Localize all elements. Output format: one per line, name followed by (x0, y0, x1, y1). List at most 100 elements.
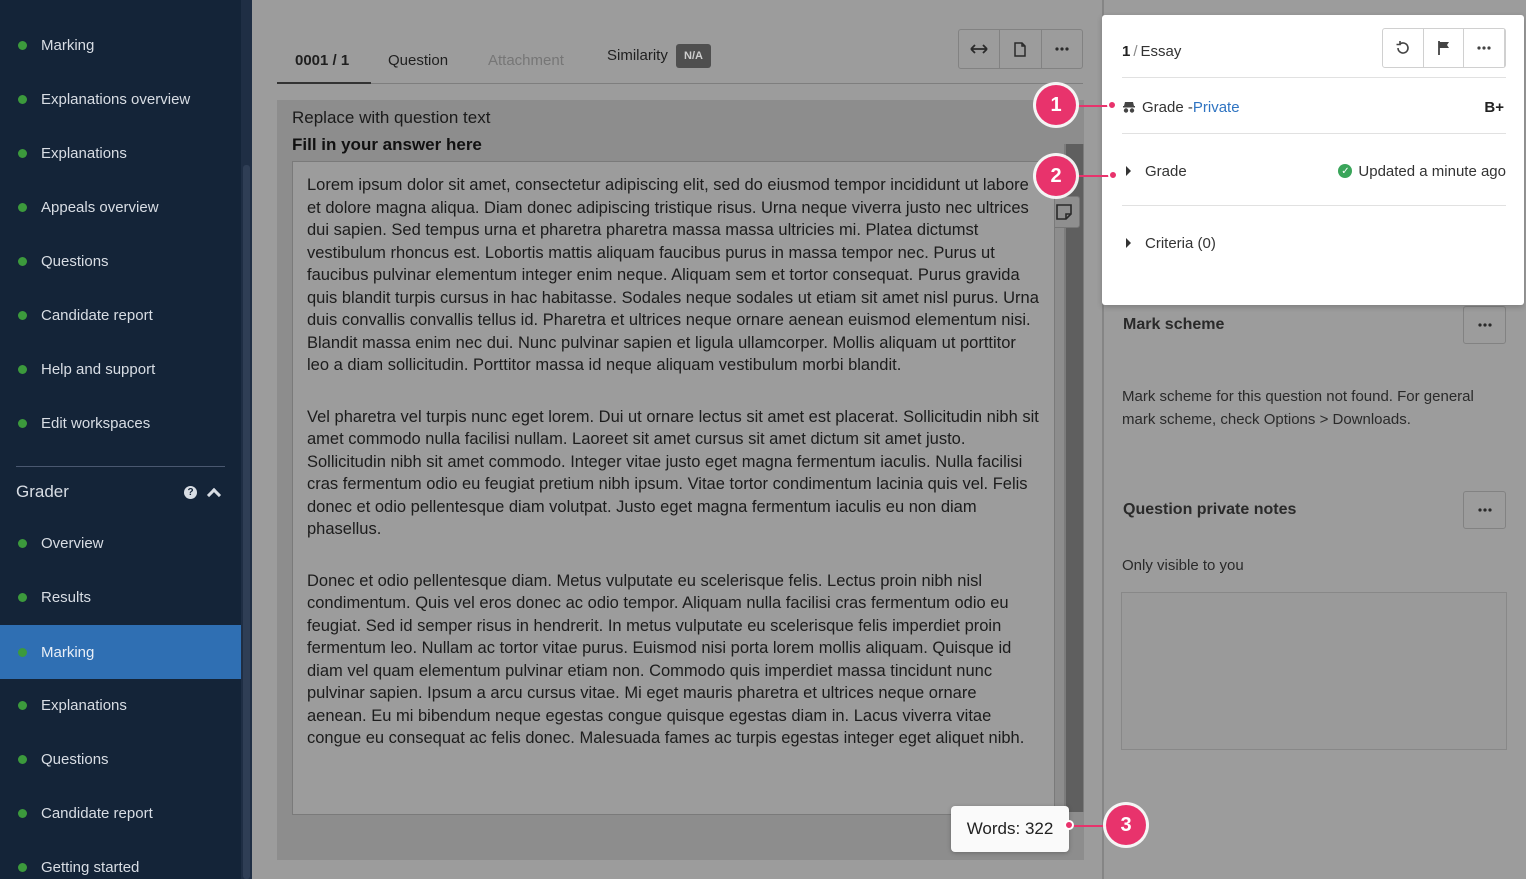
sidebar-item-getting-started[interactable]: Getting started (0, 840, 241, 879)
chevron-up-icon[interactable] (206, 487, 222, 502)
answer-paragraph: Lorem ipsum dolor sit amet, consectetur … (307, 176, 1039, 374)
callout-anchor (1064, 820, 1074, 830)
sidebar-item-label: Getting started (41, 858, 140, 876)
tab-question[interactable]: Question (388, 52, 448, 69)
question-number: 1 (1122, 43, 1131, 60)
sidebar-section-title: Grader (16, 482, 69, 501)
update-status: ✓ Updated a minute ago (1338, 163, 1506, 180)
caret-right-icon (1126, 238, 1131, 248)
notes-subtitle: Only visible to you (1122, 557, 1244, 574)
sidebar-item-label: Explanations overview (41, 90, 191, 108)
check-circle-icon: ✓ (1338, 164, 1353, 178)
sidebar-item-label: Overview (41, 534, 104, 552)
grade-label: Grade - (1142, 98, 1193, 116)
callout-1: 1 (1036, 85, 1076, 125)
notes-textarea[interactable] (1121, 592, 1507, 750)
main-area: 0001 / 1 Question Attachment Similarity … (252, 0, 1102, 879)
criteria-expander[interactable]: Criteria (0) (1126, 233, 1506, 253)
notes-title: Question private notes (1123, 501, 1297, 518)
notes-more-button[interactable] (1463, 491, 1506, 529)
callout-anchor (1107, 100, 1117, 110)
expand-horizontal-icon (970, 44, 988, 54)
sidebar-scroll-thumb[interactable] (243, 165, 250, 879)
sidebar-item-questions[interactable]: Questions (0, 732, 241, 786)
grade-expander[interactable]: Grade ✓ Updated a minute ago (1126, 161, 1506, 181)
status-dot-icon (18, 647, 27, 657)
sidebar-item-questions-top[interactable]: Questions (0, 234, 241, 288)
answer-paragraph: Vel pharetra vel turpis nunc eget lorem.… (307, 407, 1039, 539)
sidebar-item-edit-workspaces[interactable]: Edit workspaces (0, 396, 241, 450)
response-panel: Replace with question text Fill in your … (277, 100, 1084, 860)
document-button[interactable] (1000, 30, 1042, 68)
status-dot-icon (18, 364, 27, 374)
sidebar-item-label: Questions (41, 252, 109, 270)
criteria-label: Criteria (0) (1145, 234, 1216, 252)
sidebar-item-label: Marking (41, 36, 95, 54)
sidebar-item-candidate-report[interactable]: Candidate report (0, 786, 241, 840)
card-divider (1122, 77, 1506, 78)
flag-icon (1437, 41, 1449, 55)
mark-scheme-more-button[interactable] (1463, 306, 1506, 344)
answer-text-area[interactable]: Lorem ipsum dolor sit amet, consectetur … (292, 161, 1055, 815)
update-status-text: Updated a minute ago (1358, 162, 1506, 180)
tab-response[interactable]: 0001 / 1 (295, 52, 349, 69)
sidebar-item-label: Results (41, 588, 92, 606)
tab-attachment[interactable]: Attachment (488, 52, 564, 69)
status-dot-icon (18, 862, 27, 872)
status-dot-icon (18, 418, 27, 428)
sidebar-item-overview[interactable]: Overview (0, 516, 241, 570)
sidebar-divider (16, 466, 225, 467)
status-dot-icon (18, 40, 27, 50)
status-dot-icon (18, 148, 27, 158)
status-dot-icon (18, 808, 27, 818)
sidebar-item-label: Edit workspaces (41, 414, 151, 432)
sidebar-item-appeals-overview[interactable]: Appeals overview (0, 180, 241, 234)
sidebar-item-label: Marking (41, 643, 95, 661)
answer-label: Fill in your answer here (292, 135, 482, 154)
sidebar-item-explanations-overview[interactable]: Explanations overview (0, 72, 241, 126)
mark-scheme-title: Mark scheme (1123, 316, 1225, 333)
help-icon[interactable]: ? (184, 485, 197, 499)
status-dot-icon (18, 754, 27, 764)
sidebar-section-grader[interactable]: Grader ? (16, 480, 225, 504)
question-header: 1/Essay (1122, 43, 1181, 60)
card-divider (1122, 205, 1506, 206)
private-grade-row: Grade - Private B+ (1122, 97, 1506, 117)
answer-paragraph: Donec et odio pellentesque diam. Metus v… (307, 571, 1025, 748)
sidebar-item-label: Explanations (41, 696, 127, 714)
status-dot-icon (18, 592, 27, 602)
status-dot-icon (18, 538, 27, 548)
sticky-note-icon (1056, 204, 1072, 220)
more-icon (1055, 47, 1069, 51)
mark-scheme-text: Mark scheme for this question not found.… (1122, 388, 1474, 428)
sidebar-item-candidate-report-top[interactable]: Candidate report (0, 288, 241, 342)
sidebar-item-explanations[interactable]: Explanations (0, 678, 241, 732)
callout-anchor (1108, 170, 1118, 180)
more-icon (1477, 323, 1492, 327)
flag-button[interactable] (1424, 29, 1465, 67)
question-separator: / (1133, 43, 1138, 60)
more-icon (1477, 46, 1491, 50)
card-more-button[interactable] (1464, 29, 1506, 67)
document-icon (1014, 41, 1027, 57)
reset-button[interactable] (1383, 29, 1424, 67)
grade-private-link[interactable]: Private (1193, 99, 1240, 116)
sidebar-item-help-and-support[interactable]: Help and support (0, 342, 241, 396)
callout-connector (1070, 825, 1110, 827)
expand-horizontal-button[interactable] (959, 30, 1001, 68)
sidebar-item-marking[interactable]: Marking (0, 625, 241, 679)
more-button[interactable] (1042, 30, 1082, 68)
callout-2: 2 (1036, 156, 1076, 196)
response-scroll-thumb[interactable] (1066, 144, 1083, 812)
callout-3: 3 (1106, 805, 1146, 845)
status-dot-icon (18, 202, 27, 212)
tab-similarity[interactable]: Similarity N/A (607, 44, 711, 68)
sidebar-item-explanations-top[interactable]: Explanations (0, 126, 241, 180)
view-toolbar (958, 29, 1083, 69)
grade-value: B+ (1484, 98, 1504, 116)
sidebar-item-results[interactable]: Results (0, 570, 241, 624)
status-dot-icon (18, 700, 27, 710)
grade-expander-label: Grade (1145, 162, 1187, 180)
incognito-icon (1123, 102, 1135, 113)
sidebar-item-marking-top[interactable]: Marking (0, 18, 241, 72)
